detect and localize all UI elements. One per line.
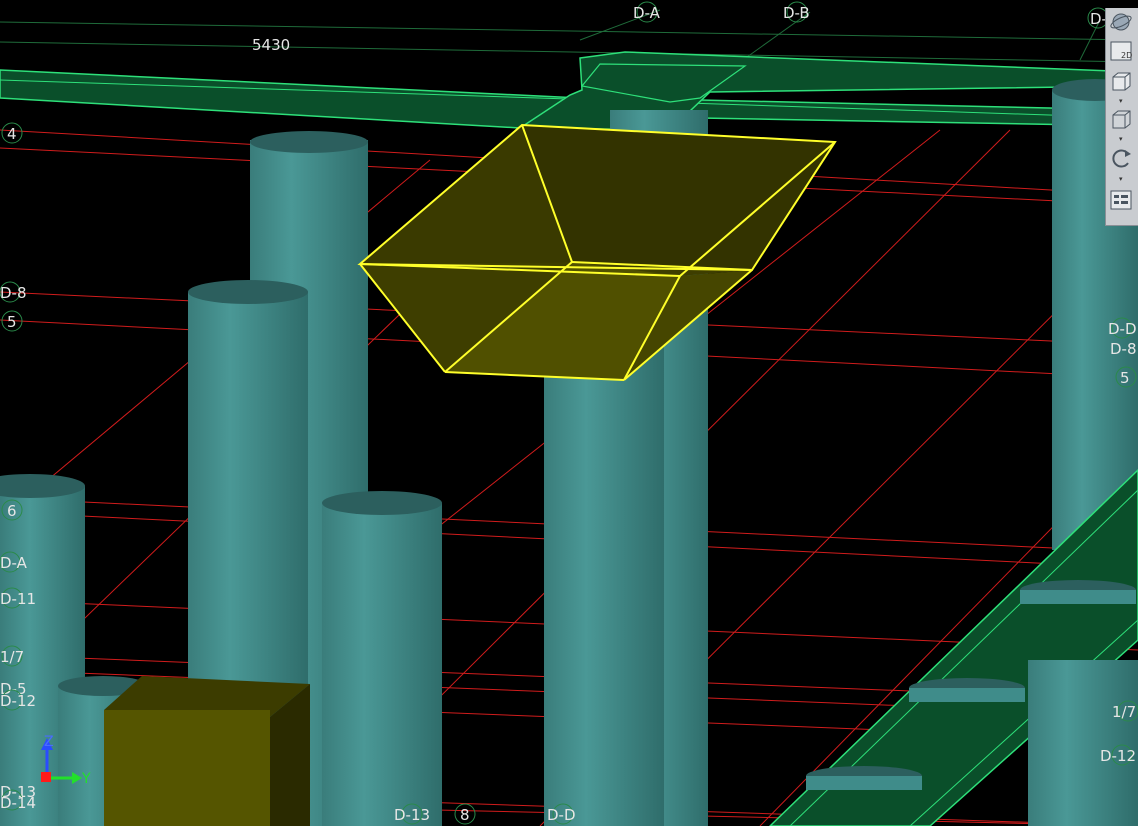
- steel-beam-front[interactable]: [768, 468, 1138, 826]
- svg-text:D-A: D-A: [0, 554, 28, 572]
- orbit-button[interactable]: [1109, 10, 1136, 36]
- svg-text:1/7: 1/7: [0, 648, 24, 666]
- grid-labels-bottom: D-13 8 D-D: [394, 803, 576, 825]
- svg-text:5: 5: [1120, 369, 1130, 387]
- x-axis-origin: [41, 772, 51, 782]
- svg-text:D-A: D-A: [633, 4, 661, 22]
- svg-text:2D: 2D: [1121, 51, 1132, 60]
- svg-text:6: 6: [7, 502, 17, 520]
- svg-text:D-14: D-14: [0, 794, 36, 812]
- svg-text:8: 8: [460, 806, 470, 824]
- rotate-icon: [1112, 149, 1131, 168]
- chevron-down-icon[interactable]: ▾: [1119, 136, 1125, 143]
- svg-text:D-13: D-13: [394, 806, 430, 824]
- view-box-icon: [1112, 110, 1131, 129]
- svg-text:4: 4: [7, 125, 17, 143]
- svg-text:D-B: D-B: [783, 4, 810, 22]
- svg-text:D-D: D-D: [547, 806, 576, 824]
- view-box-button[interactable]: [1109, 108, 1136, 134]
- grid-labels-left: 4 D-8 5 6 D-A D-11 1/7 D-5 D-12 D-13 D-1…: [0, 122, 36, 812]
- z-axis-label: Z: [44, 734, 54, 750]
- rotate-button[interactable]: [1109, 146, 1136, 172]
- svg-text:D-12: D-12: [0, 692, 36, 710]
- 3d-viewport[interactable]: 5430 D-A D-B D- 4 D-8 5 6 D-A D-11 1/7 D…: [0, 0, 1138, 826]
- grid-labels-top: D-A D-B D-: [633, 1, 1109, 29]
- svg-text:D-11: D-11: [0, 590, 36, 608]
- svg-text:1/7: 1/7: [1112, 703, 1136, 721]
- view-3d-box-icon: [1112, 72, 1131, 91]
- properties-icon: [1110, 190, 1132, 210]
- dimension-text: 5430: [252, 36, 290, 54]
- svg-text:D-D: D-D: [1108, 320, 1137, 338]
- y-axis-label: Y: [81, 771, 91, 787]
- chevron-down-icon[interactable]: ▾: [1119, 98, 1125, 105]
- view-toolbar: 2D ▾ ▾ ▾: [1105, 8, 1138, 226]
- model-canvas[interactable]: 5430 D-A D-B D- 4 D-8 5 6 D-A D-11 1/7 D…: [0, 0, 1138, 826]
- selected-hopper[interactable]: [357, 123, 837, 381]
- equipment-block[interactable]: [104, 676, 310, 826]
- chevron-down-icon[interactable]: ▾: [1119, 176, 1125, 183]
- svg-text:D-12: D-12: [1100, 747, 1136, 765]
- grid-lines-faint: [0, 9, 1138, 63]
- orbit-icon: [1110, 13, 1132, 31]
- steel-beams-back[interactable]: [0, 51, 1138, 131]
- view-2d-button[interactable]: 2D: [1109, 40, 1136, 66]
- view-3d-box-button[interactable]: [1109, 70, 1136, 96]
- properties-button[interactable]: [1109, 188, 1136, 214]
- svg-text:D-8: D-8: [0, 284, 27, 302]
- svg-text:D-8: D-8: [1110, 340, 1137, 358]
- view-2d-icon: 2D: [1110, 41, 1132, 61]
- svg-text:5: 5: [7, 313, 17, 331]
